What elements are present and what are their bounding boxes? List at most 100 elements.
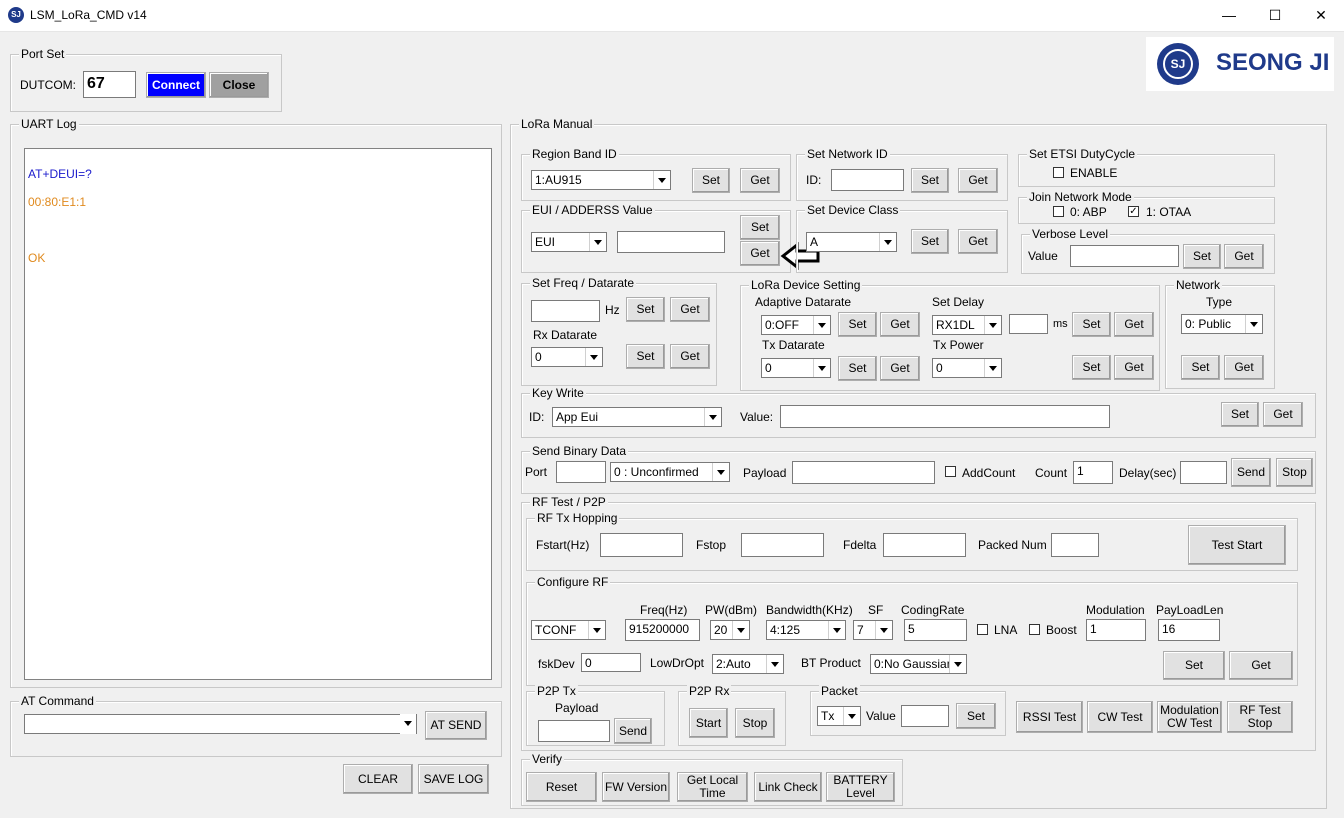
p2p-start-button[interactable]: Start (689, 708, 728, 738)
packet-set-button[interactable]: Set (956, 703, 996, 729)
pw-select[interactable]: 20 (710, 620, 750, 640)
connect-button[interactable]: Connect (146, 72, 206, 98)
device-class-set-button[interactable]: Set (911, 229, 949, 254)
modulation-cw-test-button[interactable]: Modulation CW Test (1157, 701, 1222, 733)
otaa-checkbox[interactable]: ✓ (1128, 206, 1139, 217)
tx-power-set-button[interactable]: Set (1072, 355, 1111, 380)
rx-datarate-select[interactable]: 0 (531, 347, 603, 367)
confirm-mode-select[interactable]: 0 : Unconfirmed (610, 462, 730, 482)
close-port-button[interactable]: Close (209, 72, 269, 98)
device-class-get-button[interactable]: Get (958, 229, 998, 254)
verbose-input[interactable] (1070, 245, 1179, 267)
p2p-stop-button[interactable]: Stop (735, 708, 775, 738)
p2p-send-button[interactable]: Send (614, 718, 652, 744)
uart-log-textarea[interactable]: AT+DEUI=? 00:80:E1:1 OK (24, 148, 492, 680)
binary-send-button[interactable]: Send (1231, 458, 1271, 487)
tx-datarate-select[interactable]: 0 (761, 358, 831, 378)
etsi-enable-checkbox[interactable] (1053, 167, 1064, 178)
payloadlen-input[interactable]: 16 (1158, 619, 1220, 641)
bandwidth-select[interactable]: 4:125 (766, 620, 846, 640)
fdelta-input[interactable] (883, 533, 966, 557)
rf-config-set-button[interactable]: Set (1163, 651, 1225, 680)
addcount-checkbox[interactable] (945, 466, 956, 477)
clear-log-button[interactable]: CLEAR (343, 764, 413, 794)
verbose-set-button[interactable]: Set (1183, 244, 1221, 269)
rf-config-get-button[interactable]: Get (1229, 651, 1293, 680)
fstart-input[interactable] (600, 533, 683, 557)
modulation-input[interactable]: 1 (1086, 619, 1146, 641)
network-id-get-button[interactable]: Get (958, 168, 998, 193)
close-window-button[interactable]: ✕ (1298, 0, 1344, 31)
coding-rate-input[interactable]: 5 (904, 619, 967, 641)
delay-input[interactable] (1009, 314, 1048, 334)
at-command-input[interactable] (24, 714, 417, 734)
region-set-button[interactable]: Set (692, 168, 730, 193)
test-start-button[interactable]: Test Start (1188, 525, 1286, 565)
packet-mode-select[interactable]: Tx (817, 706, 861, 726)
eui-get-button[interactable]: Get (740, 241, 780, 266)
freq-get-button[interactable]: Get (670, 297, 710, 322)
dutcom-input[interactable]: 67 (83, 71, 136, 98)
rf-mode-select[interactable]: TCONF (531, 620, 606, 640)
adr-select[interactable]: 0:OFF (761, 315, 831, 335)
delay-select[interactable]: RX1DL (932, 315, 1002, 335)
delay-get-button[interactable]: Get (1114, 312, 1154, 337)
payload-input[interactable] (792, 461, 935, 484)
adr-set-button[interactable]: Set (838, 312, 877, 337)
key-set-button[interactable]: Set (1221, 402, 1259, 427)
device-class-select[interactable]: A (806, 232, 897, 252)
key-get-button[interactable]: Get (1263, 402, 1303, 427)
network-id-set-button[interactable]: Set (911, 168, 949, 193)
region-band-select[interactable]: 1:AU915 (531, 170, 671, 190)
network-id-input[interactable] (831, 169, 904, 191)
eui-select[interactable]: EUI (531, 232, 607, 252)
bt-product-select[interactable]: 0:No Gaussian (870, 654, 967, 674)
tx-power-select[interactable]: 0 (932, 358, 1002, 378)
binary-stop-button[interactable]: Stop (1276, 458, 1313, 487)
lowdropt-select[interactable]: 2:Auto (712, 654, 784, 674)
at-send-button[interactable]: AT SEND (425, 711, 487, 740)
packet-value-input[interactable] (901, 705, 949, 727)
adr-get-button[interactable]: Get (880, 312, 920, 337)
port-input[interactable] (556, 461, 606, 483)
network-type-select[interactable]: 0: Public (1181, 314, 1263, 334)
chevron-down-icon[interactable] (400, 714, 416, 734)
freq-input[interactable] (531, 300, 600, 322)
delay-set-button[interactable]: Set (1072, 312, 1111, 337)
region-get-button[interactable]: Get (740, 168, 780, 193)
network-set-button[interactable]: Set (1181, 355, 1220, 380)
rssi-test-button[interactable]: RSSI Test (1016, 701, 1083, 733)
cw-test-button[interactable]: CW Test (1087, 701, 1153, 733)
eui-value-input[interactable] (617, 231, 725, 253)
verbose-get-button[interactable]: Get (1224, 244, 1264, 269)
tx-datarate-get-button[interactable]: Get (880, 356, 920, 381)
network-get-button[interactable]: Get (1224, 355, 1264, 380)
abp-checkbox[interactable] (1053, 206, 1064, 217)
delay-sec-input[interactable] (1180, 461, 1227, 484)
lna-checkbox[interactable] (977, 624, 988, 635)
fskdev-input[interactable]: 0 (581, 653, 641, 672)
boost-checkbox[interactable] (1029, 624, 1040, 635)
link-check-button[interactable]: Link Check (754, 772, 822, 802)
battery-level-button[interactable]: BATTERY Level (826, 772, 895, 802)
rx-set-button[interactable]: Set (626, 344, 665, 369)
minimize-button[interactable]: — (1206, 0, 1252, 31)
rx-get-button[interactable]: Get (670, 344, 710, 369)
sf-select[interactable]: 7 (853, 620, 893, 640)
key-id-select[interactable]: App Eui (552, 407, 722, 427)
reset-button[interactable]: Reset (526, 772, 597, 802)
fw-version-button[interactable]: FW Version (602, 772, 670, 802)
tx-power-get-button[interactable]: Get (1114, 355, 1154, 380)
tx-datarate-set-button[interactable]: Set (838, 356, 877, 381)
packed-num-input[interactable] (1051, 533, 1099, 557)
get-local-time-button[interactable]: Get Local Time (677, 772, 748, 802)
rf-freq-input[interactable]: 915200000 (625, 619, 700, 641)
eui-set-button[interactable]: Set (740, 215, 780, 240)
count-input[interactable]: 1 (1073, 461, 1113, 484)
rf-test-stop-button[interactable]: RF Test Stop (1227, 701, 1293, 733)
freq-set-button[interactable]: Set (626, 297, 665, 322)
p2p-payload-input[interactable] (538, 720, 610, 742)
maximize-button[interactable]: ☐ (1252, 0, 1298, 31)
fstop-input[interactable] (741, 533, 824, 557)
save-log-button[interactable]: SAVE LOG (418, 764, 489, 794)
